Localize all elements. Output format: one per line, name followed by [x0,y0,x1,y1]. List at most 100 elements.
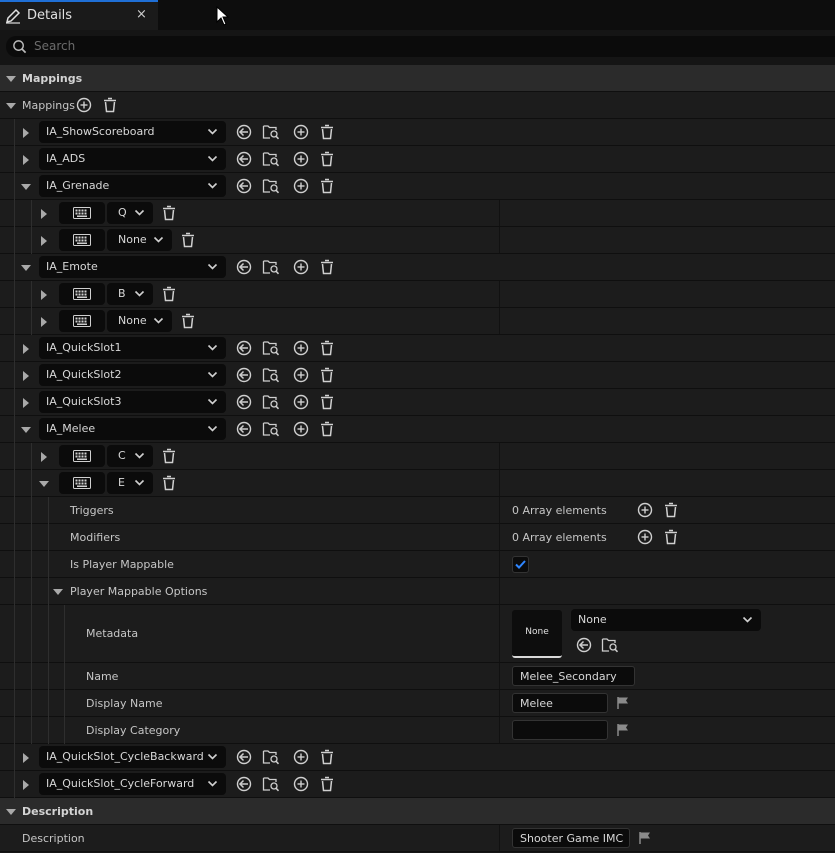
add-circle-icon[interactable] [292,339,310,357]
key-combo[interactable]: Q [107,202,153,224]
use-selected-arrow-icon[interactable] [235,366,253,384]
browse-folder-icon[interactable] [262,258,280,276]
display-category-field[interactable] [512,720,608,740]
add-circle-icon[interactable] [292,366,310,384]
add-circle-icon[interactable] [292,258,310,276]
use-selected-arrow-icon[interactable] [235,150,253,168]
expand-arrow-icon[interactable] [23,155,29,165]
is-player-mappable-checkbox[interactable] [512,556,529,573]
browse-folder-icon[interactable] [262,123,280,141]
localization-flag-icon[interactable] [616,696,630,710]
metadata-thumbnail[interactable]: None [512,610,562,658]
browse-folder-icon[interactable] [262,150,280,168]
trash-icon[interactable] [160,447,178,465]
expand-arrow-icon[interactable] [23,753,29,763]
expand-arrow-icon[interactable] [21,184,31,190]
tab-details[interactable]: Details × [0,0,158,30]
trash-icon[interactable] [318,775,336,793]
add-circle-icon[interactable] [292,420,310,438]
trash-icon[interactable] [101,96,119,114]
trash-icon[interactable] [318,258,336,276]
input-action-combo[interactable]: IA_QuickSlot_CycleBackward [39,746,226,768]
add-circle-icon[interactable] [292,123,310,141]
add-circle-icon[interactable] [292,150,310,168]
expand-arrow-icon[interactable] [21,265,31,271]
input-action-combo[interactable]: IA_Grenade [39,175,226,197]
browse-folder-icon[interactable] [262,393,280,411]
browse-folder-icon[interactable] [262,420,280,438]
add-circle-icon[interactable] [636,501,654,519]
input-action-combo[interactable]: IA_QuickSlot1 [39,337,226,359]
expand-arrow-icon[interactable] [41,452,47,462]
key-selector-button[interactable] [59,229,105,251]
trash-icon[interactable] [662,501,680,519]
expand-arrow-icon[interactable] [23,398,29,408]
browse-folder-icon[interactable] [262,339,280,357]
browse-folder-icon[interactable] [262,748,280,766]
expand-arrow-icon[interactable] [23,780,29,790]
browse-folder-icon[interactable] [262,775,280,793]
use-selected-arrow-icon[interactable] [235,775,253,793]
key-combo[interactable]: None [107,229,172,251]
use-selected-arrow-icon[interactable] [235,339,253,357]
input-action-combo[interactable]: IA_QuickSlot_CycleForward [39,773,226,795]
use-selected-arrow-icon[interactable] [235,123,253,141]
use-selected-arrow-icon[interactable] [235,177,253,195]
metadata-asset-combo[interactable]: None [571,609,761,631]
key-selector-button[interactable] [59,202,105,224]
add-circle-icon[interactable] [292,393,310,411]
key-selector-button[interactable] [59,310,105,332]
trash-icon[interactable] [318,420,336,438]
input-action-combo[interactable]: IA_Melee [39,418,226,440]
key-selector-button[interactable] [59,445,105,467]
key-combo[interactable]: E [107,472,153,494]
expand-arrow-icon[interactable] [23,128,29,138]
add-circle-icon[interactable] [75,96,93,114]
trash-icon[interactable] [160,474,178,492]
trash-icon[interactable] [179,231,197,249]
trash-icon[interactable] [179,312,197,330]
key-combo[interactable]: None [107,310,172,332]
section-collapse-arrow-icon[interactable] [6,76,16,82]
description-field[interactable]: Shooter Game IMC [512,828,630,848]
expand-arrow-icon[interactable] [53,589,63,595]
browse-folder-icon[interactable] [262,177,280,195]
input-action-combo[interactable]: IA_ShowScoreboard [39,121,226,143]
browse-folder-icon[interactable] [262,366,280,384]
key-combo[interactable]: C [107,445,153,467]
expand-arrow-icon[interactable] [23,371,29,381]
trash-icon[interactable] [318,339,336,357]
display-name-field[interactable]: Melee [512,693,608,713]
use-selected-arrow-icon[interactable] [235,393,253,411]
add-circle-icon[interactable] [636,528,654,546]
trash-icon[interactable] [662,528,680,546]
add-circle-icon[interactable] [292,177,310,195]
add-circle-icon[interactable] [292,775,310,793]
use-selected-arrow-icon[interactable] [235,748,253,766]
key-selector-button[interactable] [59,283,105,305]
expand-arrow-icon[interactable] [41,317,47,327]
key-selector-button[interactable] [59,472,105,494]
expand-arrow-icon[interactable] [41,290,47,300]
use-selected-arrow-icon[interactable] [235,258,253,276]
input-action-combo[interactable]: IA_QuickSlot3 [39,391,226,413]
trash-icon[interactable] [160,204,178,222]
input-action-combo[interactable]: IA_QuickSlot2 [39,364,226,386]
expand-arrow-icon[interactable] [39,481,49,487]
trash-icon[interactable] [318,366,336,384]
use-selected-arrow-icon[interactable] [235,420,253,438]
expand-arrow-icon[interactable] [6,103,16,109]
trash-icon[interactable] [318,177,336,195]
expand-arrow-icon[interactable] [21,427,31,433]
browse-folder-icon[interactable] [601,636,619,654]
expand-arrow-icon[interactable] [23,344,29,354]
expand-arrow-icon[interactable] [41,209,47,219]
add-circle-icon[interactable] [292,748,310,766]
search-input[interactable] [34,37,814,55]
localization-flag-icon[interactable] [616,723,630,737]
use-selected-arrow-icon[interactable] [575,636,593,654]
close-icon[interactable]: × [136,7,147,22]
section-collapse-arrow-icon[interactable] [6,809,16,815]
trash-icon[interactable] [318,123,336,141]
trash-icon[interactable] [160,285,178,303]
